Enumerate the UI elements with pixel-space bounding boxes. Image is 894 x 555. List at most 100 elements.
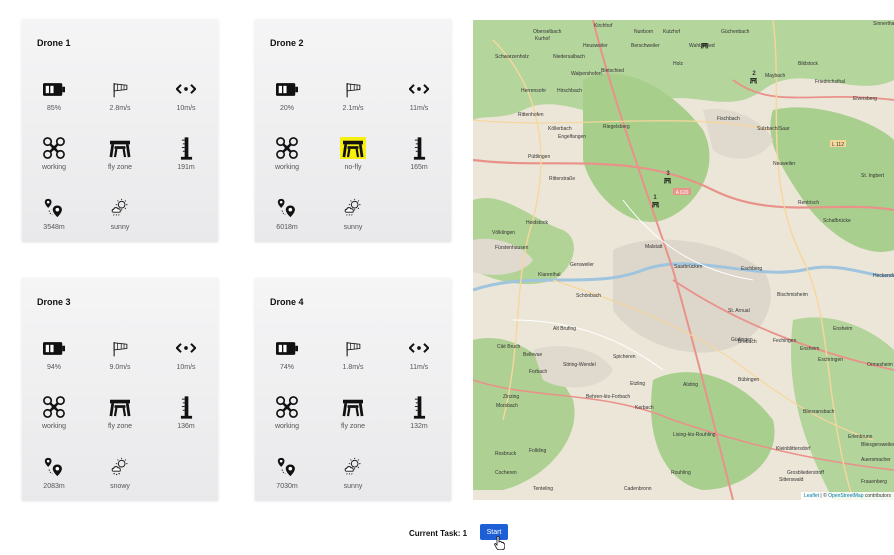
map-place-label: Maybach bbox=[765, 73, 786, 79]
battery-value: 85% bbox=[46, 105, 61, 112]
map-place-label: Püttlingen bbox=[528, 154, 550, 160]
altitude-ruler-icon bbox=[180, 396, 193, 419]
battery-icon bbox=[276, 342, 298, 355]
battery-icon bbox=[43, 83, 65, 96]
map-place-label: Alt Brufing bbox=[553, 326, 576, 332]
speed-value: 11m/s bbox=[409, 364, 429, 371]
distance-value: 6018m bbox=[276, 224, 298, 231]
speed-arrows-icon bbox=[176, 83, 196, 95]
distance-pins-icon bbox=[44, 198, 64, 218]
map-place-label: Engelfangen bbox=[558, 134, 586, 140]
zone-cell: fly zone bbox=[88, 394, 152, 430]
leaflet-link[interactable]: Leaflet bbox=[804, 493, 819, 499]
altitude-cell: 136m bbox=[154, 394, 218, 430]
map-place-label: Bliesransbach bbox=[803, 409, 835, 415]
weather-cell: sunny bbox=[321, 195, 385, 231]
map-place-label: Berschweiler bbox=[631, 43, 660, 49]
map-place-label: Schönbach bbox=[576, 293, 601, 299]
battery-icon bbox=[43, 342, 65, 355]
map-place-label: Erlenbrunn bbox=[848, 434, 873, 440]
drone-card-1: Drone 1 85% 2.8m/s 10m/s working fly zon… bbox=[22, 20, 218, 242]
weather-value: sunny bbox=[110, 224, 130, 231]
battery-cell: 85% bbox=[22, 76, 86, 112]
map-place-label: Lixing-lès-Rouhling bbox=[673, 432, 716, 438]
map-place-label: Fürstenhausen bbox=[495, 245, 529, 251]
zone-cell: fly zone bbox=[88, 135, 152, 171]
map-attribution: Leaflet | © OpenStreetMap contributors bbox=[801, 492, 894, 500]
map-place-label: Kleinblittersdorf bbox=[776, 446, 811, 452]
map-place-label: Sitterswald bbox=[779, 477, 804, 483]
map-place-label: Güdingen bbox=[731, 337, 753, 343]
attribution-contributors: contributors bbox=[863, 493, 891, 499]
map-place-label: Rouhling bbox=[671, 470, 691, 476]
zone-cell: no-fly bbox=[321, 135, 385, 171]
current-task-label: Current Task: 1 bbox=[409, 529, 468, 538]
map-place-label: St. Ingbert bbox=[861, 173, 885, 179]
altitude-value: 132m bbox=[410, 423, 428, 430]
zone-value: fly zone bbox=[107, 164, 133, 171]
map-place-label: Fechingen bbox=[773, 338, 797, 344]
osm-link[interactable]: OpenStreetMap bbox=[828, 493, 863, 499]
distance-pins-icon bbox=[277, 457, 297, 477]
map-place-label: Elversberg bbox=[853, 96, 877, 102]
speed-arrows-icon bbox=[176, 342, 196, 354]
distance-cell: 7030m bbox=[255, 454, 319, 490]
map-place-label: Cocheren bbox=[495, 470, 517, 476]
status-cell: working bbox=[22, 135, 86, 171]
battery-cell: 94% bbox=[22, 335, 86, 371]
drone-title: Drone 3 bbox=[37, 297, 71, 307]
map-place-label: Oberselbach bbox=[533, 29, 562, 35]
altitude-ruler-icon bbox=[413, 137, 426, 160]
map-place-label: Kutzhof bbox=[663, 29, 681, 35]
map[interactable]: A 620 L 112 Kirchhof Nunborn Kutzhof Sinner… bbox=[473, 20, 894, 500]
hand-cursor-icon bbox=[494, 536, 505, 550]
map-tiles[interactable]: A 620 L 112 Kirchhof Nunborn Kutzhof Sinner… bbox=[473, 20, 894, 500]
windsock-icon bbox=[345, 81, 362, 98]
zone-icon-wrap bbox=[109, 397, 131, 417]
weather-cell: sunny bbox=[321, 454, 385, 490]
wind-value: 1.8m/s bbox=[342, 364, 364, 371]
map-place-label: Walpershofen bbox=[571, 71, 602, 77]
zone-cell: fly zone bbox=[321, 394, 385, 430]
map-place-label: Auersmacher bbox=[861, 457, 891, 463]
map-place-label: Morsbach bbox=[496, 403, 518, 409]
map-place-label: Heusweiler bbox=[583, 43, 608, 49]
altitude-value: 136m bbox=[177, 423, 195, 430]
altitude-value: 165m bbox=[410, 164, 428, 171]
windsock-icon bbox=[112, 81, 129, 98]
distance-cell: 2083m bbox=[22, 454, 86, 490]
battery-cell: 74% bbox=[255, 335, 319, 371]
map-place-label: Rittenhofen bbox=[518, 112, 544, 118]
map-place-label: Heidstock bbox=[526, 220, 548, 226]
map-place-label: Ormesheim bbox=[867, 362, 893, 368]
speed-cell: 11m/s bbox=[387, 335, 451, 371]
weather-icon bbox=[110, 198, 130, 218]
drone-icon bbox=[43, 396, 65, 418]
map-place-label: Zinzing bbox=[503, 394, 519, 400]
road-shield-l112: L 112 bbox=[832, 142, 844, 148]
map-place-label: Kurhof bbox=[535, 36, 550, 42]
map-place-label: Bietschied bbox=[601, 68, 624, 74]
map-place-label: Eschberg bbox=[741, 266, 762, 272]
zone-value: fly zone bbox=[107, 423, 133, 430]
windsock-icon bbox=[112, 340, 129, 357]
map-place-label: Behren-lès-Forbach bbox=[586, 394, 630, 400]
map-place-label: Saarbrücken bbox=[674, 264, 703, 270]
speed-arrows-icon bbox=[409, 342, 429, 354]
distance-value: 7030m bbox=[276, 483, 298, 490]
speed-value: 11m/s bbox=[409, 105, 429, 112]
map-place-label: Holz bbox=[673, 61, 684, 67]
zone-value: no-fly bbox=[344, 164, 362, 171]
altitude-cell: 191m bbox=[154, 135, 218, 171]
status-value: working bbox=[274, 164, 300, 171]
wind-cell: 9.0m/s bbox=[88, 335, 152, 371]
speed-arrows-icon bbox=[409, 83, 429, 95]
status-value: working bbox=[41, 423, 67, 430]
map-place-label: Bischmisheim bbox=[777, 292, 808, 298]
map-place-label: Folkling bbox=[529, 448, 546, 454]
distance-value: 2083m bbox=[43, 483, 65, 490]
weather-cell: snowy bbox=[88, 454, 152, 490]
distance-value: 3548m bbox=[43, 224, 65, 231]
map-place-label: Sinnerthal bbox=[873, 21, 894, 27]
drone-icon bbox=[43, 137, 65, 159]
